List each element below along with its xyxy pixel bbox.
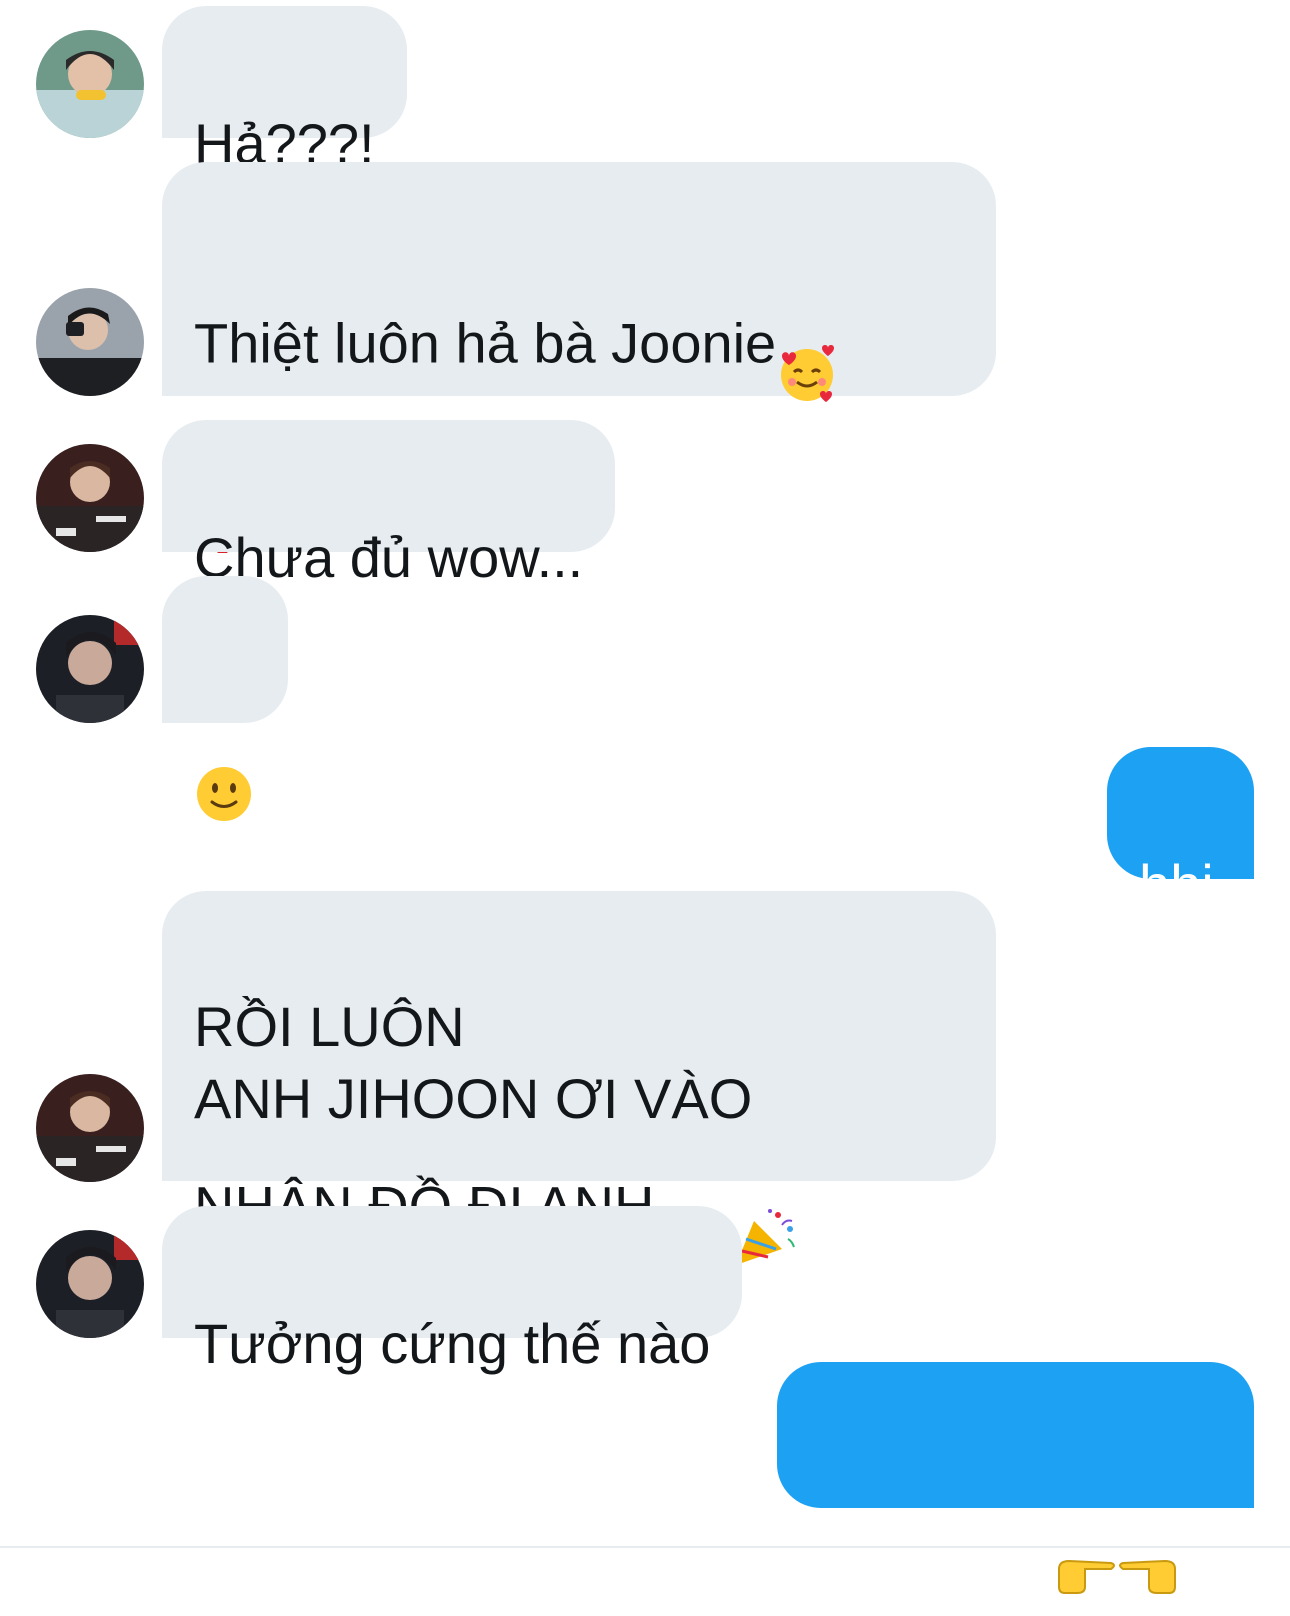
- avatar-photo: [36, 615, 144, 723]
- message-bubble[interactable]: Thiệt luôn hả bà Joonie ?: [162, 162, 996, 567]
- avatar[interactable]: [36, 1230, 144, 1338]
- message-text: Tưởng cứng thế nào: [194, 1312, 711, 1375]
- message-text: Íu lòng rùi: [809, 1507, 1055, 1571]
- message-text: hhi: [1139, 853, 1214, 916]
- message-bubble[interactable]: Íu lòng rùi: [777, 1362, 1254, 1594]
- avatar-photo: [36, 288, 144, 396]
- avatar-photo: [36, 444, 144, 552]
- message-text: Thiệt luôn hả bà Joonie: [194, 311, 777, 375]
- message-bubble[interactable]: Chưa đủ wow...: [162, 420, 616, 589]
- avatar[interactable]: [36, 1074, 144, 1182]
- avatar-photo: [36, 1230, 144, 1338]
- avatar[interactable]: [36, 30, 144, 138]
- message-bubble[interactable]: RỒI LUÔN ANH JIHOON ƠI VÀO NHẬN ĐỒ ĐI AN…: [162, 891, 996, 1265]
- divider: [0, 1546, 1290, 1548]
- avatar[interactable]: [36, 288, 144, 396]
- avatar[interactable]: [36, 615, 144, 723]
- slightly-smiling-face-icon: [194, 692, 254, 841]
- message-bubble[interactable]: hhi: [1107, 747, 1254, 916]
- message-bubble[interactable]: [162, 576, 288, 821]
- avatar-photo: [36, 30, 144, 138]
- backhand-pointing-left-icon: [1117, 1472, 1179, 1616]
- avatar-photo: [36, 1074, 144, 1182]
- avatar[interactable]: [36, 444, 144, 552]
- backhand-pointing-right-icon: [1055, 1472, 1117, 1616]
- message-bubble[interactable]: Tưởng cứng thế nào: [162, 1206, 743, 1375]
- message-text: RỒI LUÔN ANH JIHOON ƠI VÀO NHẬN ĐỒ ĐI AN…: [194, 995, 753, 1237]
- message-bubble[interactable]: Hả???!: [162, 6, 407, 175]
- message-thread: Hả???! Thiệt luôn hả bà Joonie Chưa đủ w…: [0, 0, 1290, 1594]
- smiling-face-with-hearts-icon: [776, 272, 838, 423]
